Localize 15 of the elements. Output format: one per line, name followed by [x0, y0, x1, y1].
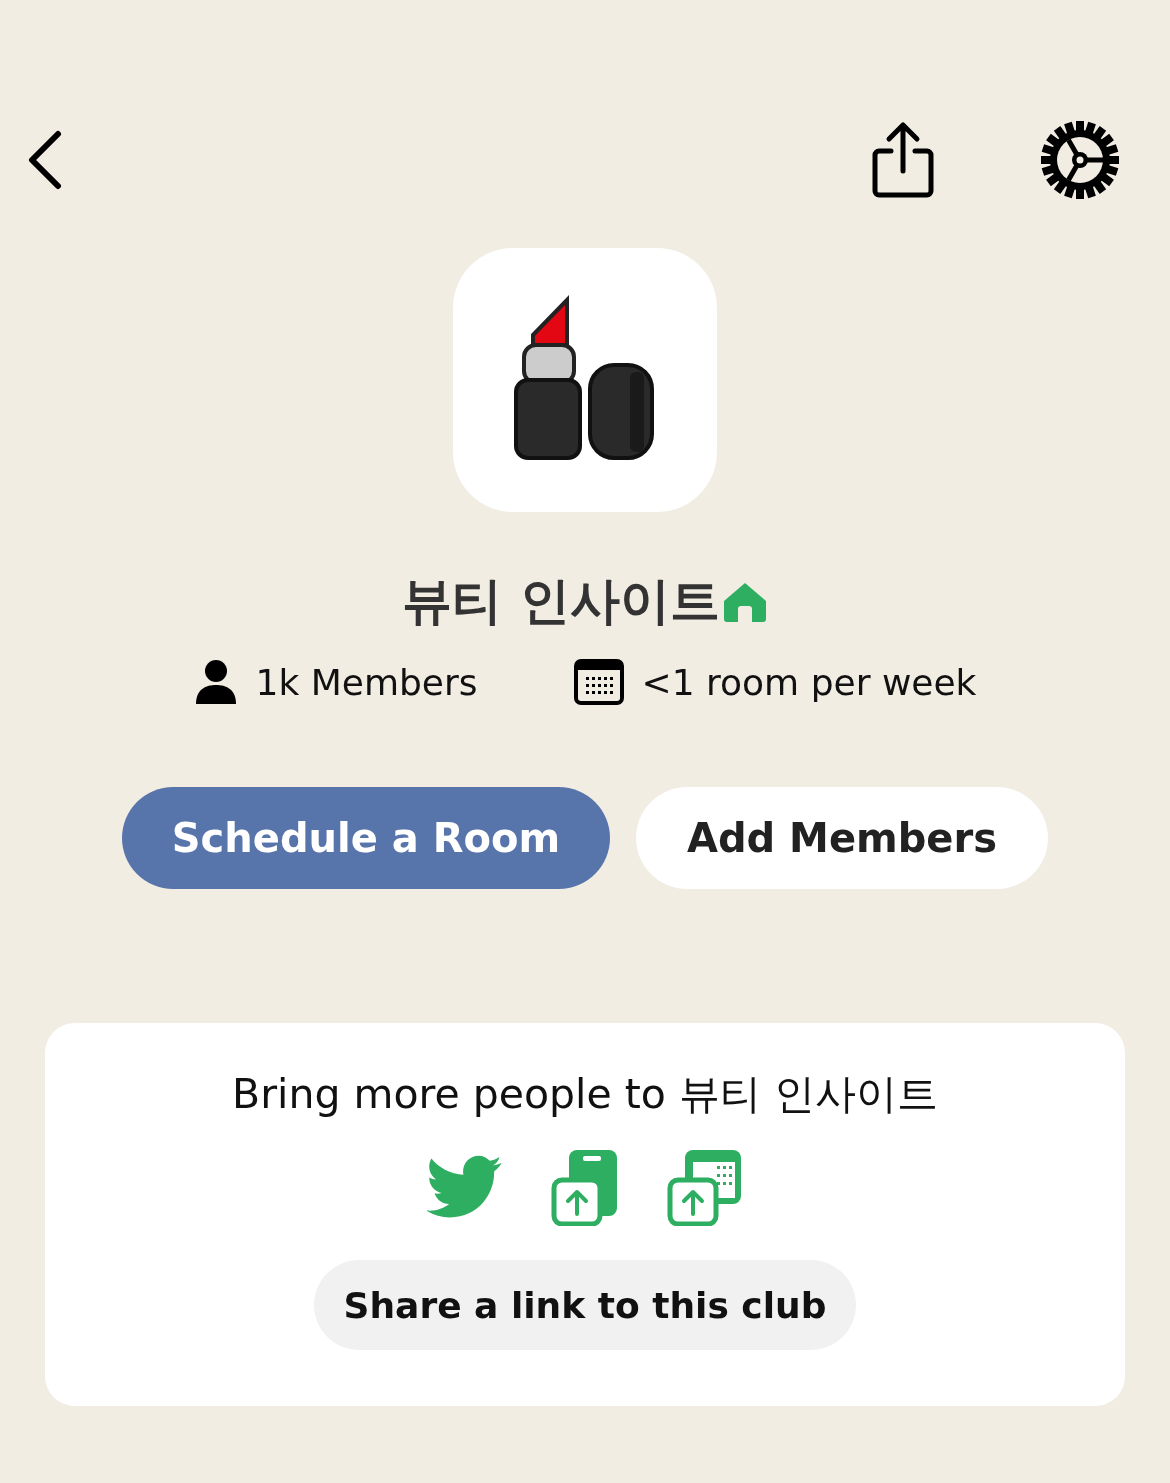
- schedule-button[interactable]: Schedule a Room: [122, 787, 610, 889]
- calendar-icon: [573, 659, 624, 705]
- room-frequency: <1 room per week: [641, 661, 977, 703]
- person-icon: [193, 659, 238, 705]
- share-link-button[interactable]: Share a link to this club: [314, 1260, 856, 1350]
- bird-icon[interactable]: [427, 1155, 503, 1219]
- members-count: 1k Members: [255, 661, 478, 703]
- add-members-button[interactable]: Add Members: [636, 787, 1048, 889]
- share-icon[interactable]: [871, 121, 935, 199]
- house-icon: [721, 580, 768, 623]
- invite-title: Bring more people to 뷰티 인사이트: [232, 1069, 938, 1120]
- phone-upload-icon[interactable]: [551, 1148, 619, 1226]
- settings-icon[interactable]: [1040, 120, 1120, 200]
- calendar-upload-icon[interactable]: [667, 1148, 743, 1226]
- club-name: 뷰티 인사이트: [402, 571, 720, 632]
